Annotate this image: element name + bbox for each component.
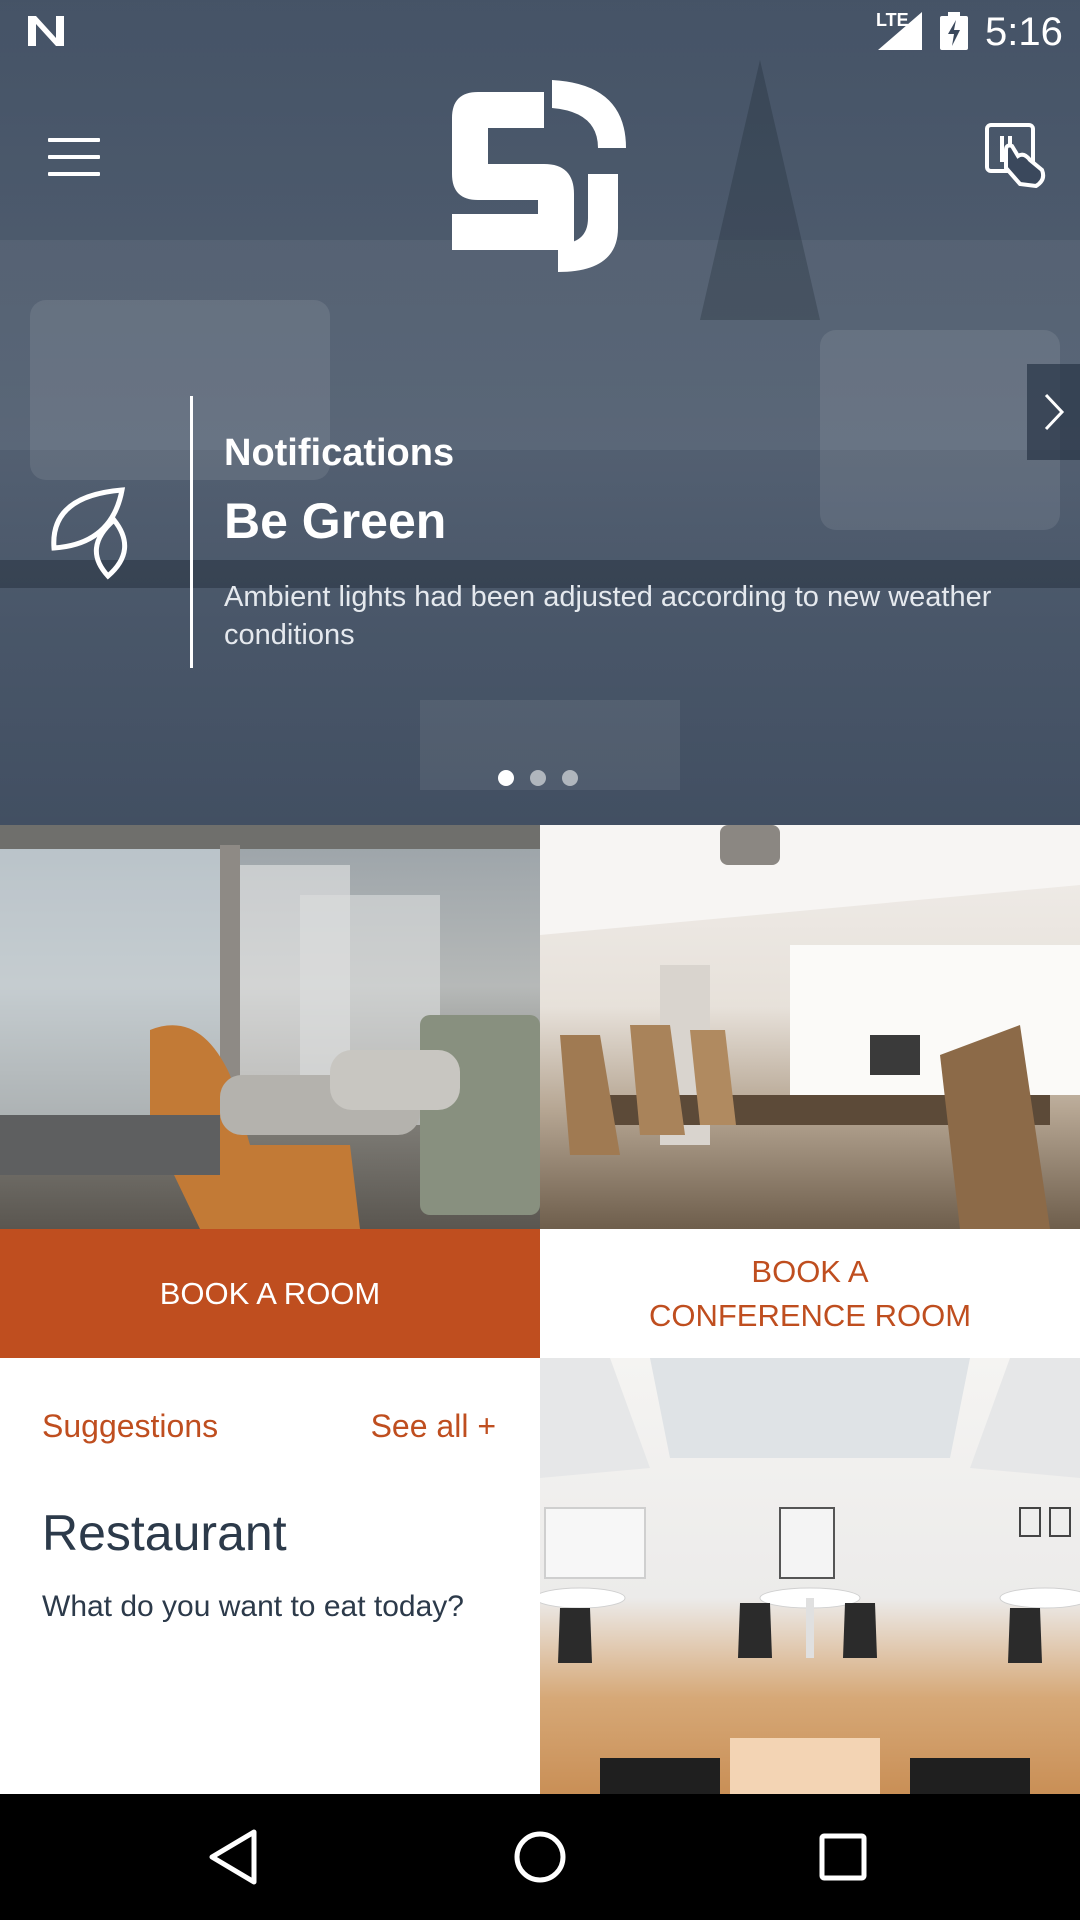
suggestion-title[interactable]: Restaurant (42, 1504, 287, 1562)
suggestions-panel: Suggestions See all + Restaurant What do… (0, 1358, 540, 1794)
notification-title: Be Green (224, 493, 447, 549)
signal-icon (878, 12, 922, 50)
book-conference-image[interactable] (540, 825, 1080, 1229)
restaurant-illustration (540, 1358, 1080, 1794)
carousel-pagination (498, 770, 578, 786)
restaurant-image[interactable] (540, 1358, 1080, 1794)
back-icon[interactable] (202, 1824, 268, 1890)
book-room-image[interactable] (0, 825, 540, 1229)
touch-tap-icon[interactable] (984, 122, 1048, 188)
lounge-chair-illustration (0, 825, 540, 1229)
notification-divider (190, 396, 193, 668)
suggestions-label: Suggestions (42, 1408, 219, 1444)
hamburger-menu-icon[interactable] (48, 138, 100, 176)
suggestion-description: What do you want to eat today? (42, 1590, 464, 1623)
chevron-right-icon (1044, 393, 1064, 431)
notification-body: Ambient lights had been adjusted accordi… (224, 581, 992, 651)
carousel-dot-3[interactable] (562, 770, 578, 786)
status-bar: LTE 5:16 (0, 0, 1080, 64)
home-icon[interactable] (507, 1824, 573, 1890)
book-room-label: BOOK A ROOM (159, 1275, 381, 1311)
recent-apps-icon[interactable] (810, 1824, 876, 1890)
book-room-button[interactable]: BOOK A ROOM (0, 1229, 540, 1358)
carousel-next-button[interactable] (1027, 364, 1080, 460)
carousel-dot-2[interactable] (530, 770, 546, 786)
book-conference-label-line1: BOOK A (751, 1253, 869, 1289)
book-conference-label-line2: CONFERENCE ROOM (648, 1297, 972, 1333)
notification-heading: Notifications (224, 432, 455, 474)
carousel-dot-1[interactable] (498, 770, 514, 786)
battery-charging-icon (940, 12, 968, 50)
system-navigation-bar (0, 1794, 1080, 1920)
n-logo-icon (28, 16, 64, 46)
clock: 5:16 (985, 10, 1063, 54)
conference-room-illustration (540, 825, 1080, 1229)
leaf-icon (51, 487, 128, 580)
see-all-link[interactable]: See all + (371, 1408, 496, 1445)
hero-banner: LTE 5:16 Notifications Be Green Ambient … (0, 0, 1080, 825)
sh-logo (452, 80, 626, 272)
book-conference-room-button[interactable]: BOOK A CONFERENCE ROOM (540, 1229, 1080, 1358)
